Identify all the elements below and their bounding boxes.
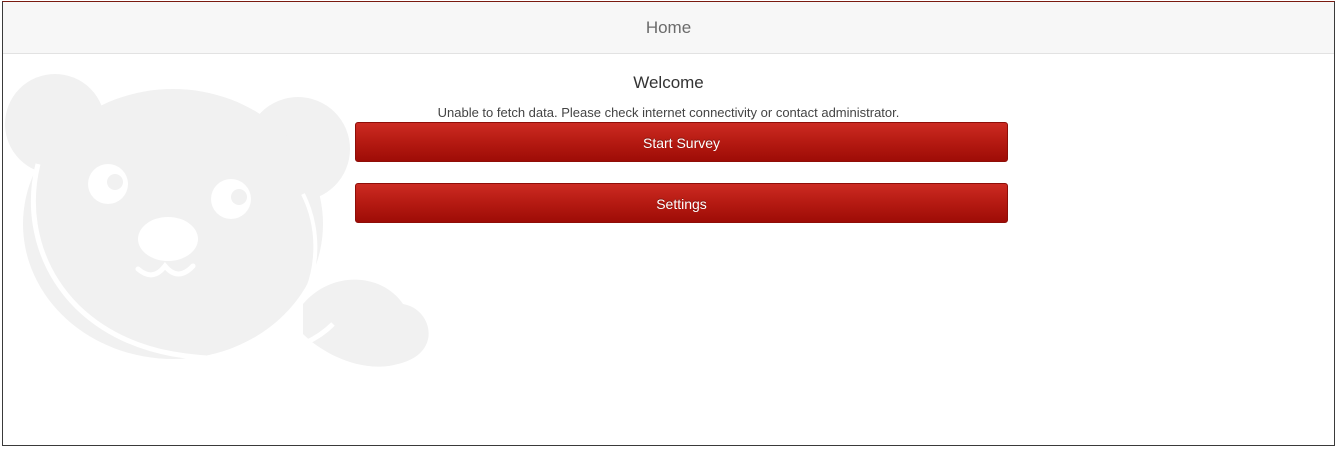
- page-title: Home: [645, 18, 692, 37]
- start-survey-button[interactable]: Start Survey: [355, 122, 1008, 162]
- top-header-bar: Home: [3, 2, 1334, 54]
- app-window: Home Welcome Unable to fetch data. Pleas…: [2, 1, 1335, 446]
- welcome-heading: Welcome: [633, 73, 704, 92]
- error-message-line: Unable to fetch data. Please check inter…: [437, 105, 900, 120]
- settings-button[interactable]: Settings: [355, 183, 1008, 223]
